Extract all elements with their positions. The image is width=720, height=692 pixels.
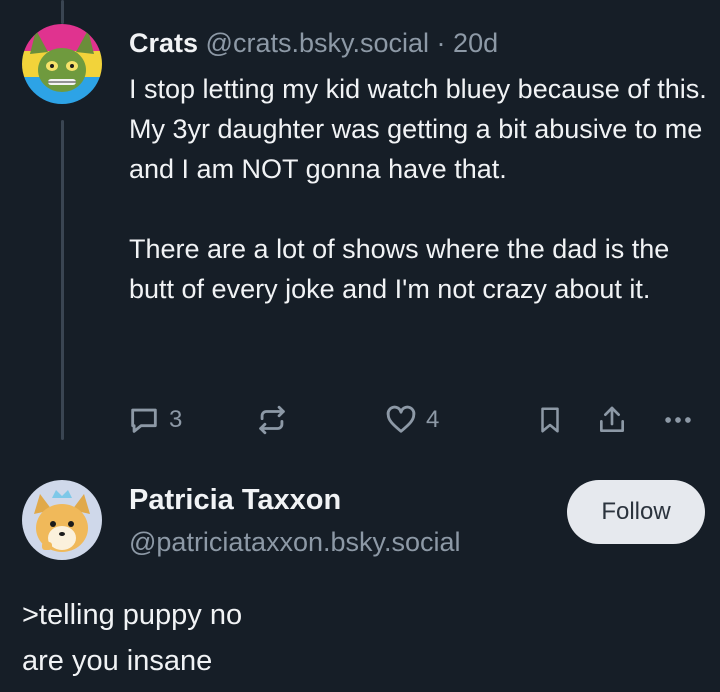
reply-author-handle[interactable]: @patriciataxxon.bsky.social [129, 527, 461, 558]
more-options-button[interactable] [661, 398, 695, 442]
avatar-crats[interactable] [22, 24, 102, 104]
repost-arrows-icon [259, 405, 285, 435]
post-paragraph: I stop letting my kid watch bluey becaus… [129, 74, 707, 184]
post-author-name[interactable]: Crats [129, 28, 198, 58]
patricia-avatar-image [22, 480, 102, 560]
reply-text: >telling puppy no are you insane [22, 592, 702, 684]
bookmark-button[interactable] [535, 398, 565, 442]
reply-line: are you insane [22, 645, 213, 677]
post-timestamp[interactable]: 20d [453, 28, 498, 58]
post-text: I stop letting my kid watch bluey becaus… [129, 69, 709, 309]
heart-icon [386, 405, 416, 433]
like-count: 4 [426, 406, 440, 433]
thread-line [61, 120, 64, 440]
avatar-patricia[interactable] [22, 480, 102, 560]
repost-button[interactable] [255, 398, 289, 442]
speech-bubble-icon [131, 408, 157, 433]
thread-line-top [61, 0, 64, 24]
reply-count: 3 [169, 406, 183, 433]
ellipsis-icon [665, 417, 691, 423]
like-button[interactable]: 4 [384, 398, 439, 442]
follow-button[interactable]: Follow [567, 480, 705, 544]
share-button[interactable] [596, 398, 628, 442]
meta-separator: · [436, 28, 446, 58]
reply-button[interactable]: 3 [127, 398, 182, 442]
post-paragraph: There are a lot of shows where the dad i… [129, 234, 670, 304]
crats-avatar-image [22, 24, 102, 104]
post-author-handle[interactable]: @crats.bsky.social [206, 28, 429, 58]
reply-line: >telling puppy no [22, 599, 243, 631]
share-upload-icon [600, 406, 624, 432]
post-header: Crats @crats.bsky.social · 20d [129, 26, 498, 60]
reply-author-name[interactable]: Patricia Taxxon [129, 484, 341, 517]
post-actions: 3 4 [0, 398, 720, 442]
bookmark-icon [541, 407, 559, 433]
